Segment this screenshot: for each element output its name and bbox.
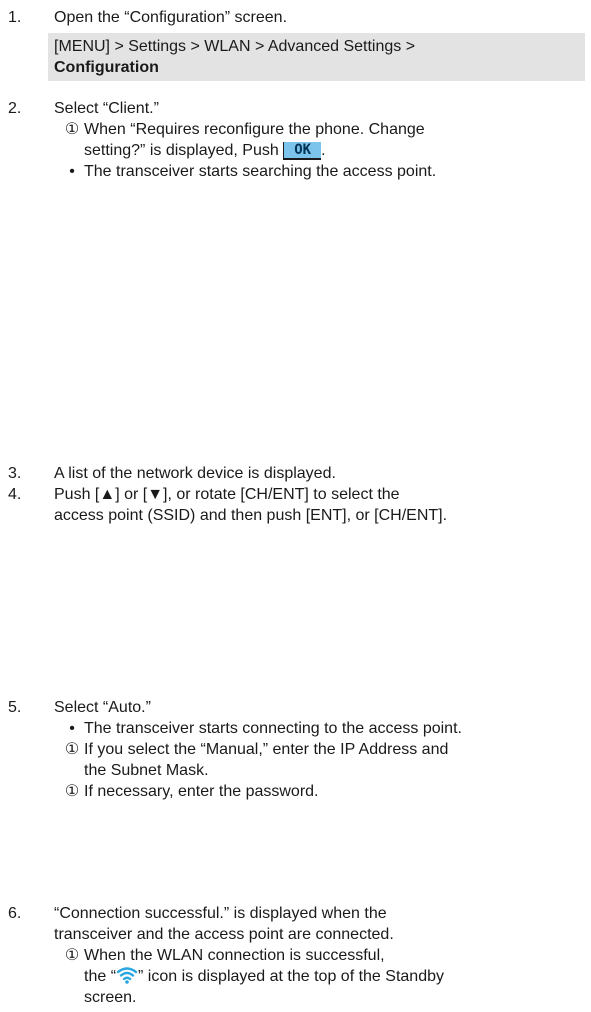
bullet-text: The transceiver starts connecting to the… [84,720,462,737]
note-text: screen. [84,989,137,1006]
note: ① If necessary, enter the password. [64,781,319,802]
wifi-icon [116,966,138,984]
bullet-mark: • [69,720,75,737]
step-text: Select “Client.” [54,100,159,117]
bullet-item: • The transceiver starts connecting to t… [64,718,462,739]
note-text: ” icon is displayed at the top of the St… [138,968,444,985]
step-text: A list of the network device is displaye… [54,465,336,482]
info-icon: ① [64,947,80,964]
step-text-line: access point (SSID) and then push [ENT],… [54,507,448,524]
step-number: 2. [8,100,22,117]
step-text: Push [▲] or [▼], or rotate [CH/ENT] to s… [54,484,589,526]
ok-key: OK [283,142,322,160]
menu-path-target: Configuration [54,59,159,76]
note: ① When “Requires reconfigure the phone. … [64,119,425,160]
note-text: . [321,142,326,159]
bullet-text: The transceiver starts searching the acc… [84,163,437,180]
bullet-mark: • [69,163,75,180]
step-text: Select “Auto.” [54,699,151,716]
step-number: 5. [8,699,22,716]
note-text: the Subnet Mask. [84,762,209,779]
info-icon: ① [64,121,80,138]
note-text: When the WLAN connection is successful, [84,947,385,964]
bullet-item: • The transceiver starts searching the a… [64,161,436,182]
note: ① When the WLAN connection is successful… [64,945,444,1006]
note-text: the “ [84,968,117,985]
wifi-icon-graphic [116,967,138,984]
step-text: “Connection successful.” is displayed wh… [54,903,589,945]
step-number: 3. [8,465,22,482]
step-text: Open the “Configuration” screen. [54,9,288,26]
note-text: If necessary, enter the password. [84,783,319,800]
info-icon: ① [64,783,80,800]
note-text: When “Requires reconfigure the phone. Ch… [84,121,425,138]
step-number: 6. [8,905,22,922]
note-text: If you select the “Manual,” enter the IP… [84,741,449,758]
note-text: setting?” is displayed, Push [84,142,284,159]
step-number: 1. [8,9,22,26]
note: ① If you select the “Manual,” enter the … [64,739,449,779]
step-number: 4. [8,486,22,503]
step-text-line: transceiver and the access point are con… [54,926,394,943]
step-text-line: “Connection successful.” is displayed wh… [54,905,387,922]
step-text-line: Push [▲] or [▼], or rotate [CH/ENT] to s… [54,486,400,503]
info-icon: ① [64,741,80,758]
menu-path: [MENU] > Settings > WLAN > Advanced Sett… [48,33,585,81]
menu-path-text: [MENU] > Settings > WLAN > Advanced Sett… [54,38,416,55]
